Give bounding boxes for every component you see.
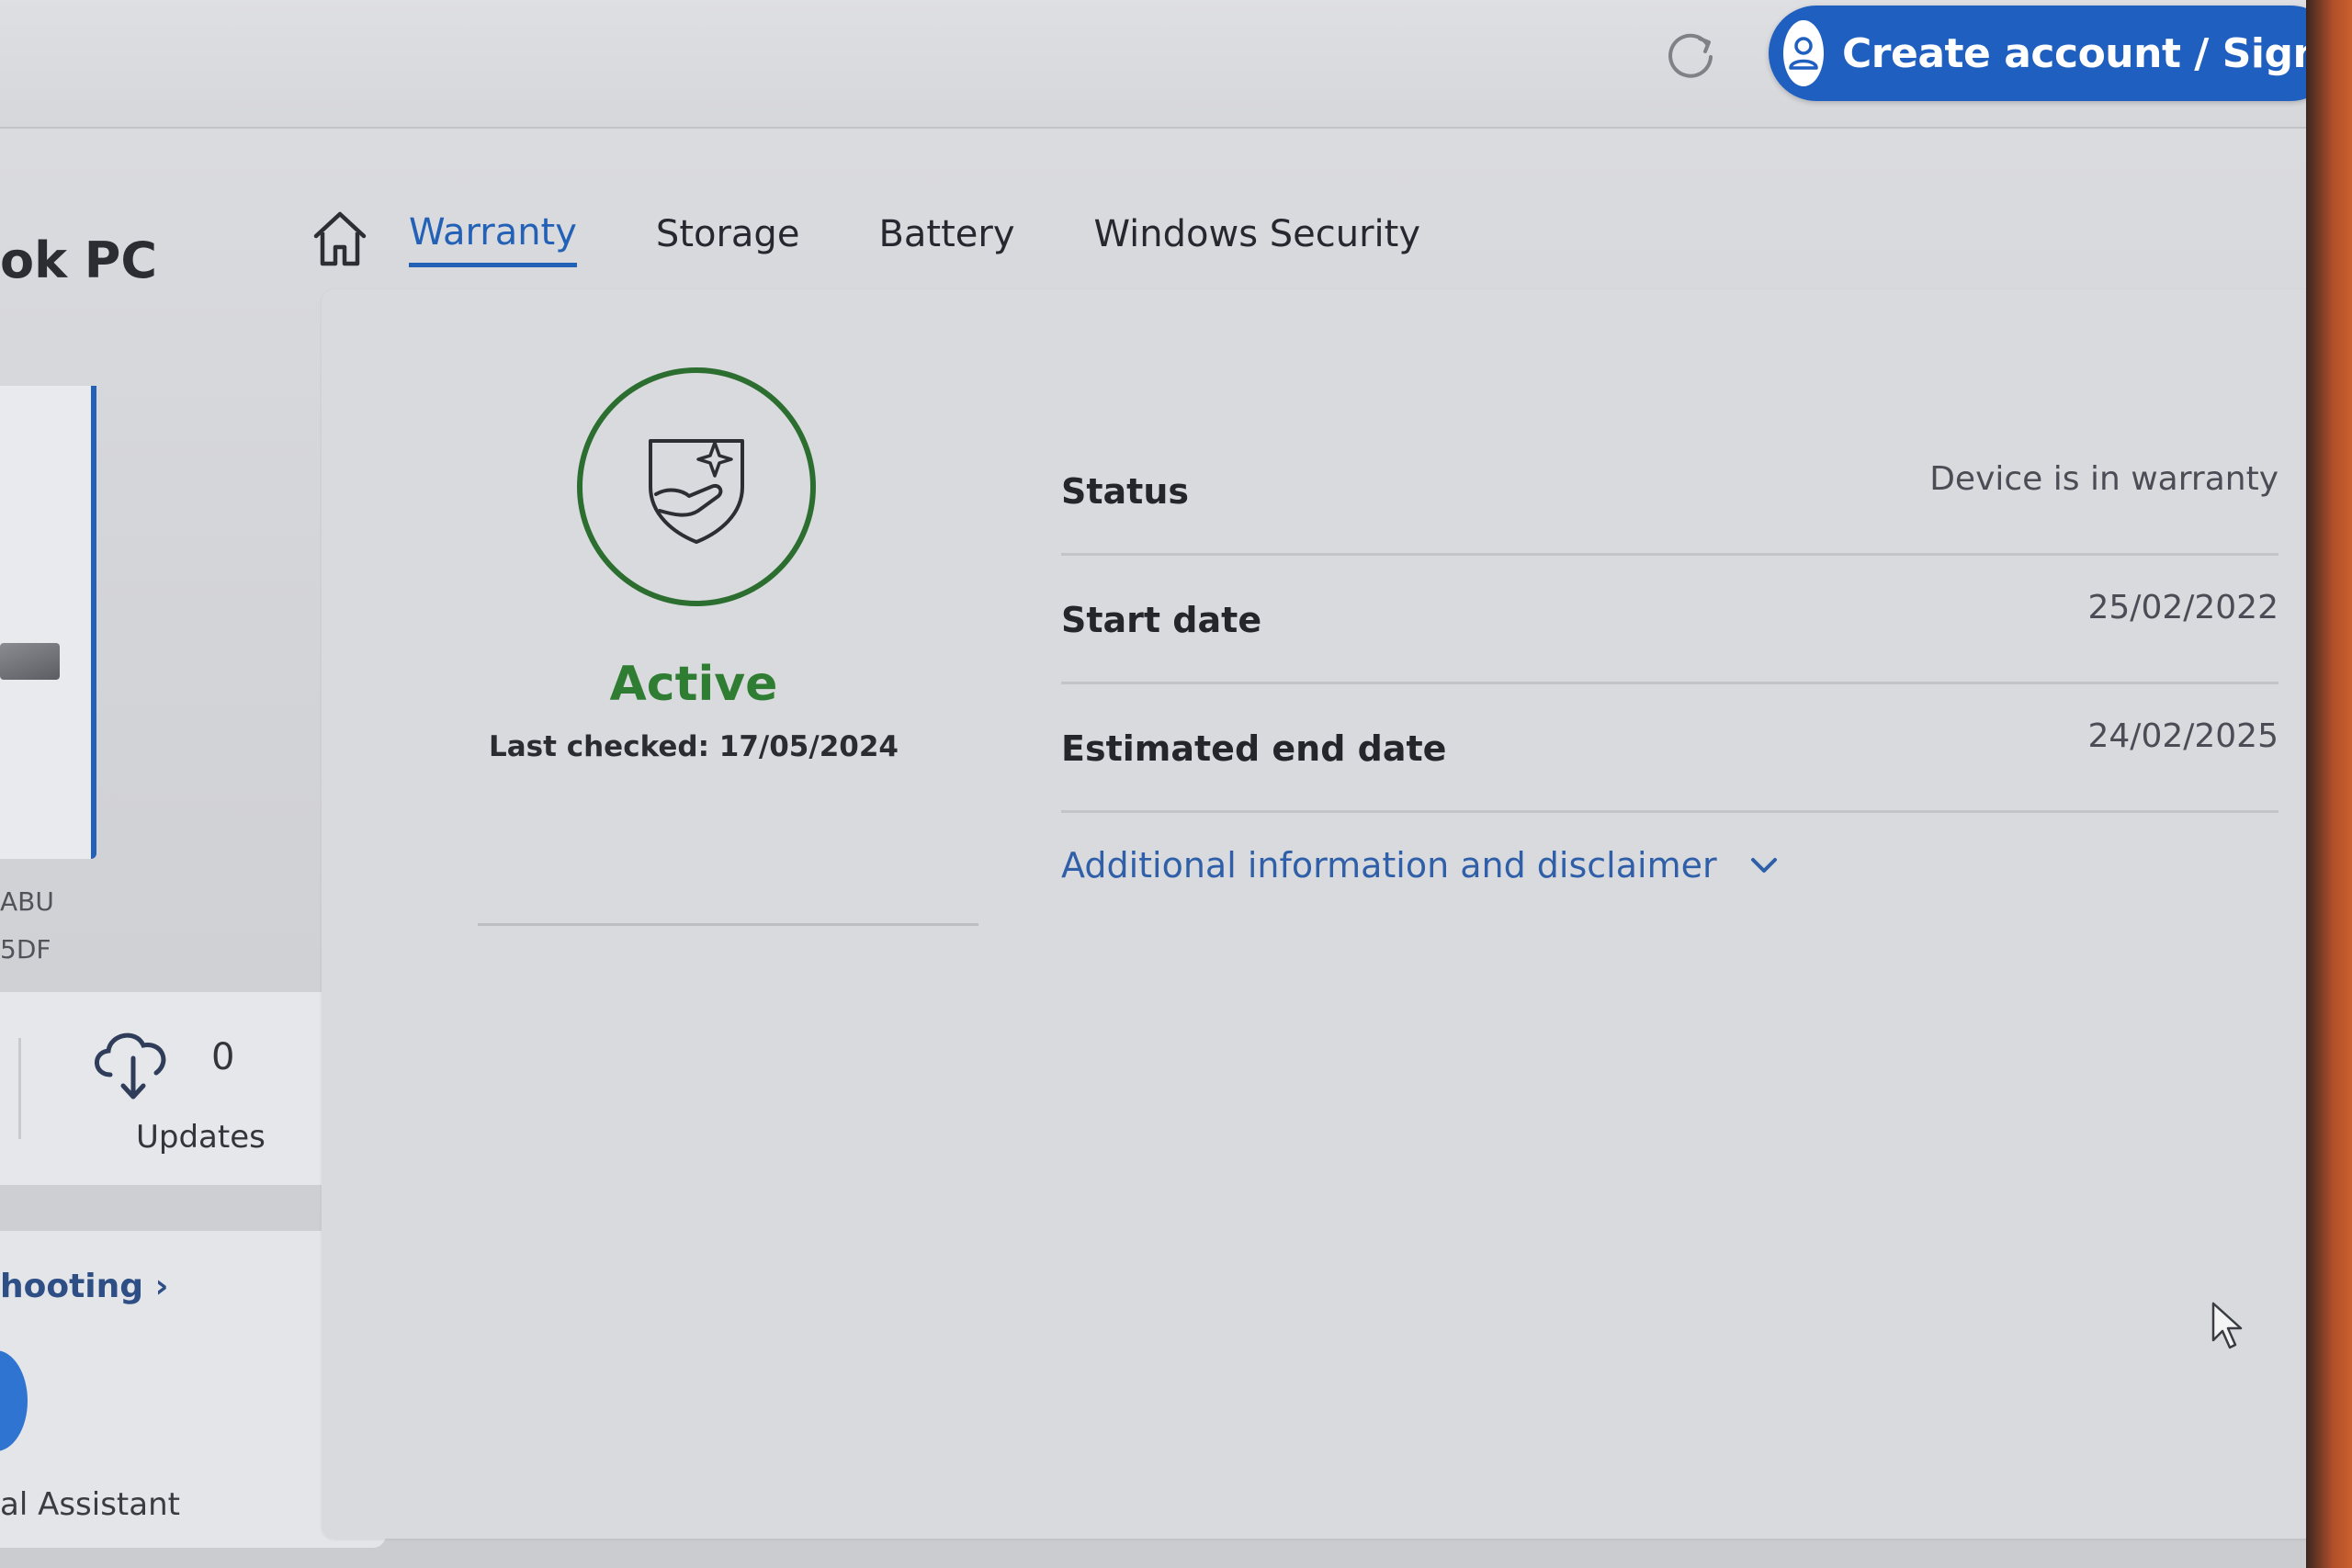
- create-account-signin-button[interactable]: Create account / Sign in: [1769, 6, 2306, 101]
- troubleshooting-link[interactable]: hooting ›: [0, 1268, 168, 1305]
- warranty-panel: Active Last checked: 17/05/2024 Status D…: [322, 289, 2306, 1539]
- tab-warranty[interactable]: Warranty: [409, 211, 577, 267]
- details-label: Estimated end date: [1061, 728, 1447, 769]
- updates-count: 0: [211, 1036, 235, 1078]
- shield-hand-icon: [649, 439, 744, 544]
- tab-windows-security[interactable]: Windows Security: [1093, 213, 1420, 265]
- last-checked-text: Last checked: 17/05/2024: [489, 730, 899, 763]
- screen-bezel-edge: [2306, 0, 2352, 1568]
- home-icon: [313, 211, 367, 266]
- details-label: Status: [1061, 471, 1190, 512]
- refresh-icon: [1668, 33, 1713, 78]
- details-value: 24/02/2025: [2087, 717, 2279, 755]
- details-row: Estimated end date 24/02/2025: [1061, 684, 2278, 813]
- chevron-down-icon: [1750, 858, 1777, 873]
- tab-battery[interactable]: Battery: [878, 213, 1014, 265]
- cloud-download-icon: [95, 1032, 166, 1100]
- warranty-status-text: Active: [609, 657, 778, 712]
- tab-bar: Warranty Storage Battery Windows Securit…: [308, 188, 1499, 289]
- disclaimer-link: Additional information and disclaimer: [1061, 845, 1717, 886]
- updates-label: Updates: [136, 1119, 266, 1156]
- user-icon: [1783, 20, 1824, 86]
- details-row: Status Device is in warranty: [1061, 427, 2278, 556]
- disclaimer-expander[interactable]: Additional information and disclaimer: [1061, 845, 1780, 886]
- mouse-cursor-icon: [2211, 1302, 2243, 1349]
- warranty-details: Status Device is in warranty Start date …: [1061, 427, 2278, 813]
- virtual-assistant-label: al Assistant: [0, 1486, 180, 1523]
- details-label: Start date: [1061, 600, 1262, 640]
- details-value: 25/02/2022: [2087, 589, 2279, 626]
- device-id-line: ABU: [0, 886, 54, 917]
- updates-card[interactable]: 0 Updates: [0, 992, 335, 1185]
- refresh-button[interactable]: [1654, 18, 1727, 92]
- details-value: Device is in warranty: [1929, 460, 2278, 498]
- virtual-assistant-avatar[interactable]: [0, 1350, 28, 1451]
- app-window: Create account / Sign in ok PC Warranty …: [0, 0, 2306, 1568]
- divider: [478, 923, 978, 926]
- card-divider: [18, 1038, 21, 1139]
- top-bar: Create account / Sign in: [0, 0, 2306, 129]
- home-button[interactable]: [308, 202, 372, 276]
- account-button-label: Create account / Sign in: [1842, 29, 2306, 77]
- warranty-badge: [577, 367, 816, 606]
- device-image-card: [0, 386, 96, 859]
- device-image: [0, 643, 60, 680]
- details-row: Start date 25/02/2022: [1061, 556, 2278, 684]
- device-id-line: 5DF: [0, 934, 51, 964]
- tab-storage[interactable]: Storage: [656, 213, 800, 265]
- device-title: ok PC: [0, 231, 158, 289]
